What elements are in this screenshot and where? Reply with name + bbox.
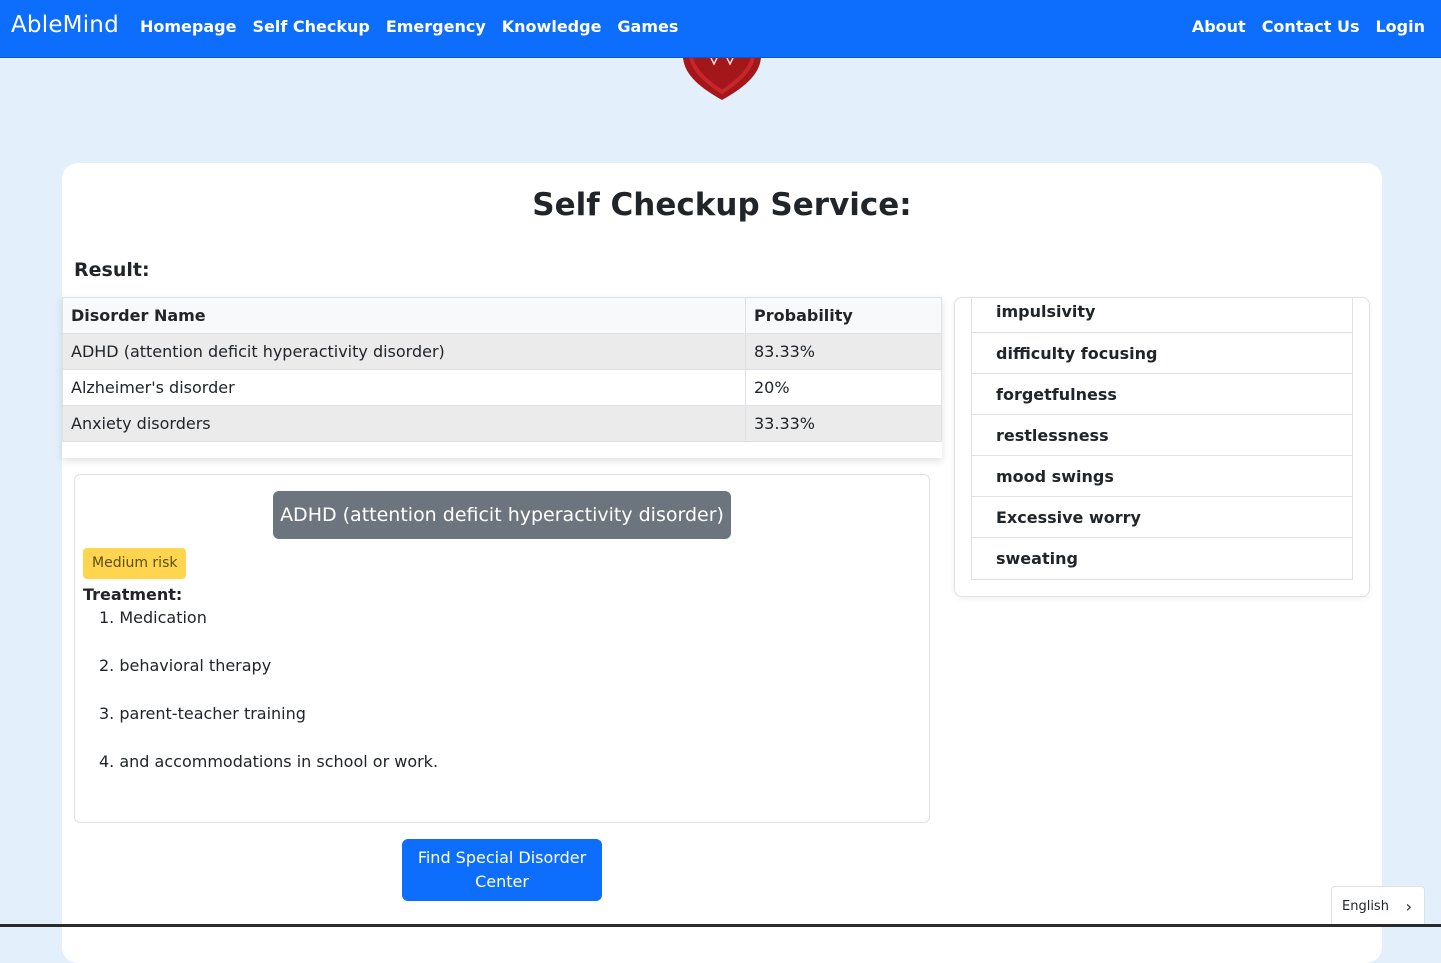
disorder-name-cell: ADHD (attention deficit hyperactivity di… — [62, 333, 746, 370]
treatment-item: 1. Medication — [99, 608, 207, 627]
nav-contact-us[interactable]: Contact Us — [1262, 17, 1360, 36]
treatment-item: 3. parent-teacher training — [99, 704, 306, 723]
symptom-item: Excessive worry — [972, 497, 1352, 538]
nav-games[interactable]: Games — [617, 17, 678, 36]
probability-cell: 83.33% — [745, 333, 942, 370]
nav-knowledge[interactable]: Knowledge — [502, 17, 602, 36]
header-disorder-name: Disorder Name — [62, 297, 746, 334]
nav-self-checkup[interactable]: Self Checkup — [252, 17, 369, 36]
table-row: ADHD (attention deficit hyperactivity di… — [62, 333, 942, 370]
results-table: Disorder Name Probability ADHD (attentio… — [62, 297, 942, 442]
find-special-disorder-center-button[interactable]: Find Special Disorder Center — [402, 839, 602, 901]
header-probability: Probability — [745, 297, 942, 334]
symptom-item: sweating — [996, 549, 1078, 568]
symptoms-card: impulsivity difficulty focusing forgetfu… — [954, 297, 1370, 597]
treatment-item: 2. behavioral therapy — [99, 656, 272, 675]
symptom-list: impulsivity difficulty focusing forgetfu… — [971, 297, 1353, 580]
table-row: Anxiety disorders 33.33% — [62, 405, 942, 442]
treatment-item: 4. and accommodations in school or work. — [99, 752, 439, 771]
result-label: Result: — [74, 259, 150, 281]
symptom-item: restlessness — [972, 415, 1352, 456]
disorder-name-cell: Alzheimer's disorder — [62, 369, 746, 406]
selected-disorder-pill: ADHD (attention deficit hyperactivity di… — [273, 491, 731, 539]
symptom-item: difficulty focusing — [972, 333, 1352, 374]
disorder-detail-box: ADHD (attention deficit hyperactivity di… — [74, 474, 930, 823]
top-navbar: AbleMind Homepage Self Checkup Emergency… — [0, 0, 1441, 58]
heart-logo-icon — [683, 58, 761, 100]
symptom-item: impulsivity — [972, 297, 1352, 333]
nav-about[interactable]: About — [1192, 17, 1246, 36]
table-row: Alzheimer's disorder 20% — [62, 369, 942, 406]
nav-emergency[interactable]: Emergency — [386, 17, 486, 36]
results-table-wrapper: Disorder Name Probability ADHD (attentio… — [62, 297, 942, 458]
nav-right-links: About Contact Us Login — [1192, 17, 1425, 36]
probability-cell: 33.33% — [745, 405, 942, 442]
page-title: Self Checkup Service: — [532, 187, 912, 223]
chevron-right-icon: › — [1405, 897, 1412, 916]
symptom-item: forgetfulness — [972, 374, 1352, 415]
risk-badge: Medium risk — [83, 548, 187, 579]
disorder-name-cell: Anxiety disorders — [62, 405, 746, 442]
table-header-row: Disorder Name Probability — [62, 297, 942, 334]
brand-logo[interactable]: AbleMind — [11, 12, 119, 38]
nav-left-links: Homepage Self Checkup Emergency Knowledg… — [140, 17, 678, 36]
treatment-label: Treatment: — [83, 585, 183, 604]
language-label: English — [1342, 899, 1389, 914]
language-selector[interactable]: English › — [1331, 886, 1425, 927]
probability-cell: 20% — [745, 369, 942, 406]
treatment-list: 1. Medication 2. behavioral therapy 3. p… — [99, 609, 438, 801]
nav-homepage[interactable]: Homepage — [140, 17, 236, 36]
nav-login[interactable]: Login — [1375, 17, 1425, 36]
symptom-item: mood swings — [972, 456, 1352, 497]
